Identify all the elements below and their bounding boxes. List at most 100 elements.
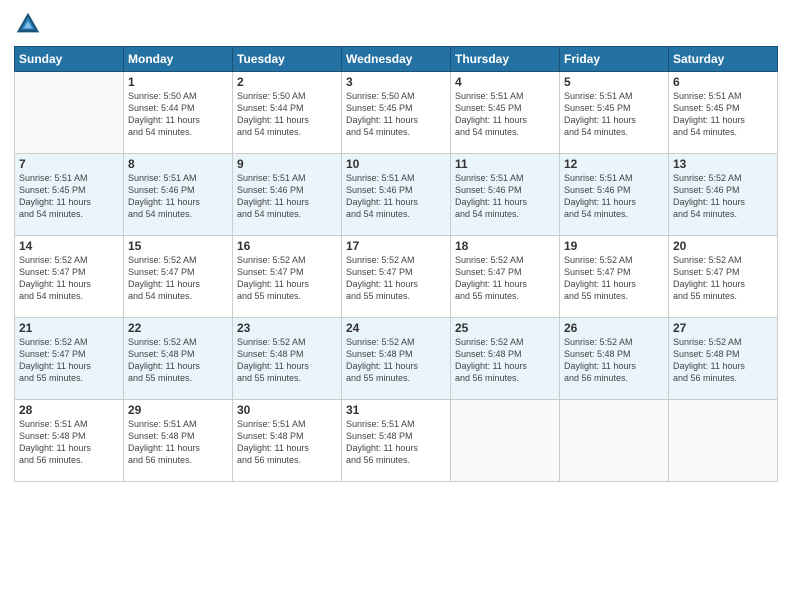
calendar-cell: 2Sunrise: 5:50 AM Sunset: 5:44 PM Daylig…	[233, 72, 342, 154]
col-header-saturday: Saturday	[669, 47, 778, 72]
day-number: 18	[455, 239, 555, 253]
calendar-cell: 31Sunrise: 5:51 AM Sunset: 5:48 PM Dayli…	[342, 400, 451, 482]
calendar-container: SundayMondayTuesdayWednesdayThursdayFrid…	[0, 0, 792, 612]
day-number: 20	[673, 239, 773, 253]
calendar-cell: 6Sunrise: 5:51 AM Sunset: 5:45 PM Daylig…	[669, 72, 778, 154]
day-number: 27	[673, 321, 773, 335]
day-info: Sunrise: 5:51 AM Sunset: 5:48 PM Dayligh…	[128, 418, 228, 467]
col-header-wednesday: Wednesday	[342, 47, 451, 72]
calendar-body: 1Sunrise: 5:50 AM Sunset: 5:44 PM Daylig…	[15, 72, 778, 482]
calendar-cell	[669, 400, 778, 482]
col-header-friday: Friday	[560, 47, 669, 72]
calendar-cell: 30Sunrise: 5:51 AM Sunset: 5:48 PM Dayli…	[233, 400, 342, 482]
day-info: Sunrise: 5:52 AM Sunset: 5:47 PM Dayligh…	[564, 254, 664, 303]
day-number: 17	[346, 239, 446, 253]
day-number: 9	[237, 157, 337, 171]
day-info: Sunrise: 5:52 AM Sunset: 5:48 PM Dayligh…	[455, 336, 555, 385]
calendar-cell: 27Sunrise: 5:52 AM Sunset: 5:48 PM Dayli…	[669, 318, 778, 400]
day-number: 5	[564, 75, 664, 89]
day-info: Sunrise: 5:50 AM Sunset: 5:45 PM Dayligh…	[346, 90, 446, 139]
day-number: 22	[128, 321, 228, 335]
col-header-thursday: Thursday	[451, 47, 560, 72]
week-row-4: 21Sunrise: 5:52 AM Sunset: 5:47 PM Dayli…	[15, 318, 778, 400]
logo	[14, 10, 46, 38]
day-number: 8	[128, 157, 228, 171]
day-info: Sunrise: 5:51 AM Sunset: 5:46 PM Dayligh…	[346, 172, 446, 221]
calendar-cell: 23Sunrise: 5:52 AM Sunset: 5:48 PM Dayli…	[233, 318, 342, 400]
day-number: 13	[673, 157, 773, 171]
day-info: Sunrise: 5:51 AM Sunset: 5:48 PM Dayligh…	[346, 418, 446, 467]
calendar-cell: 4Sunrise: 5:51 AM Sunset: 5:45 PM Daylig…	[451, 72, 560, 154]
col-header-sunday: Sunday	[15, 47, 124, 72]
calendar-cell: 26Sunrise: 5:52 AM Sunset: 5:48 PM Dayli…	[560, 318, 669, 400]
day-number: 6	[673, 75, 773, 89]
day-info: Sunrise: 5:51 AM Sunset: 5:48 PM Dayligh…	[19, 418, 119, 467]
day-number: 19	[564, 239, 664, 253]
calendar-cell: 3Sunrise: 5:50 AM Sunset: 5:45 PM Daylig…	[342, 72, 451, 154]
day-info: Sunrise: 5:52 AM Sunset: 5:47 PM Dayligh…	[346, 254, 446, 303]
day-info: Sunrise: 5:51 AM Sunset: 5:45 PM Dayligh…	[673, 90, 773, 139]
day-number: 2	[237, 75, 337, 89]
day-info: Sunrise: 5:51 AM Sunset: 5:46 PM Dayligh…	[564, 172, 664, 221]
day-info: Sunrise: 5:52 AM Sunset: 5:48 PM Dayligh…	[128, 336, 228, 385]
day-number: 1	[128, 75, 228, 89]
day-info: Sunrise: 5:51 AM Sunset: 5:48 PM Dayligh…	[237, 418, 337, 467]
day-number: 21	[19, 321, 119, 335]
day-info: Sunrise: 5:52 AM Sunset: 5:47 PM Dayligh…	[19, 336, 119, 385]
day-number: 16	[237, 239, 337, 253]
day-number: 28	[19, 403, 119, 417]
day-number: 7	[19, 157, 119, 171]
day-info: Sunrise: 5:51 AM Sunset: 5:45 PM Dayligh…	[564, 90, 664, 139]
day-info: Sunrise: 5:52 AM Sunset: 5:48 PM Dayligh…	[346, 336, 446, 385]
week-row-2: 7Sunrise: 5:51 AM Sunset: 5:45 PM Daylig…	[15, 154, 778, 236]
day-info: Sunrise: 5:52 AM Sunset: 5:47 PM Dayligh…	[128, 254, 228, 303]
calendar-cell: 28Sunrise: 5:51 AM Sunset: 5:48 PM Dayli…	[15, 400, 124, 482]
calendar-cell: 19Sunrise: 5:52 AM Sunset: 5:47 PM Dayli…	[560, 236, 669, 318]
day-number: 3	[346, 75, 446, 89]
week-row-3: 14 Sunrise: 5:52 AM Sunset: 5:47 PM Dayli…	[15, 236, 778, 318]
header-row: SundayMondayTuesdayWednesdayThursdayFrid…	[15, 47, 778, 72]
week-row-1: 1Sunrise: 5:50 AM Sunset: 5:44 PM Daylig…	[15, 72, 778, 154]
calendar-cell: 10Sunrise: 5:51 AM Sunset: 5:46 PM Dayli…	[342, 154, 451, 236]
calendar-cell: 22Sunrise: 5:52 AM Sunset: 5:48 PM Dayli…	[124, 318, 233, 400]
day-info: Sunrise: 5:52 AM Sunset: 5:48 PM Dayligh…	[564, 336, 664, 385]
calendar-table: SundayMondayTuesdayWednesdayThursdayFrid…	[14, 46, 778, 482]
calendar-cell: 8Sunrise: 5:51 AM Sunset: 5:46 PM Daylig…	[124, 154, 233, 236]
calendar-cell: 7Sunrise: 5:51 AM Sunset: 5:45 PM Daylig…	[15, 154, 124, 236]
day-info: Sunrise: 5:52 AM Sunset: 5:47 PM Dayligh…	[237, 254, 337, 303]
calendar-cell: 13Sunrise: 5:52 AM Sunset: 5:46 PM Dayli…	[669, 154, 778, 236]
day-info: Sunrise: 5:52 AM Sunset: 5:48 PM Dayligh…	[237, 336, 337, 385]
day-number: 15	[128, 239, 228, 253]
day-number: 25	[455, 321, 555, 335]
calendar-cell	[15, 72, 124, 154]
calendar-header: SundayMondayTuesdayWednesdayThursdayFrid…	[15, 47, 778, 72]
day-info: Sunrise: 5:51 AM Sunset: 5:46 PM Dayligh…	[237, 172, 337, 221]
day-number: 29	[128, 403, 228, 417]
day-info: Sunrise: 5:52 AM Sunset: 5:47 PM Dayligh…	[455, 254, 555, 303]
calendar-cell	[451, 400, 560, 482]
day-number: 12	[564, 157, 664, 171]
header	[14, 10, 778, 38]
calendar-cell: 1Sunrise: 5:50 AM Sunset: 5:44 PM Daylig…	[124, 72, 233, 154]
calendar-cell: 21Sunrise: 5:52 AM Sunset: 5:47 PM Dayli…	[15, 318, 124, 400]
day-number: 14	[19, 239, 119, 253]
calendar-cell: 16Sunrise: 5:52 AM Sunset: 5:47 PM Dayli…	[233, 236, 342, 318]
day-info: Sunrise: 5:51 AM Sunset: 5:46 PM Dayligh…	[455, 172, 555, 221]
calendar-cell: 11Sunrise: 5:51 AM Sunset: 5:46 PM Dayli…	[451, 154, 560, 236]
day-number: 4	[455, 75, 555, 89]
calendar-cell: 24Sunrise: 5:52 AM Sunset: 5:48 PM Dayli…	[342, 318, 451, 400]
day-info: Sunrise: 5:50 AM Sunset: 5:44 PM Dayligh…	[237, 90, 337, 139]
calendar-cell: 29Sunrise: 5:51 AM Sunset: 5:48 PM Dayli…	[124, 400, 233, 482]
day-number: 31	[346, 403, 446, 417]
calendar-cell: 17Sunrise: 5:52 AM Sunset: 5:47 PM Dayli…	[342, 236, 451, 318]
day-info: Sunrise: 5:50 AM Sunset: 5:44 PM Dayligh…	[128, 90, 228, 139]
col-header-monday: Monday	[124, 47, 233, 72]
day-number: 11	[455, 157, 555, 171]
day-number: 23	[237, 321, 337, 335]
calendar-cell: 12Sunrise: 5:51 AM Sunset: 5:46 PM Dayli…	[560, 154, 669, 236]
calendar-cell: 25Sunrise: 5:52 AM Sunset: 5:48 PM Dayli…	[451, 318, 560, 400]
logo-icon	[14, 10, 42, 38]
week-row-5: 28Sunrise: 5:51 AM Sunset: 5:48 PM Dayli…	[15, 400, 778, 482]
calendar-cell: 14Sunrise: 5:52 AM Sunset: 5:47 PM Dayli…	[15, 236, 124, 318]
day-info: Sunrise: 5:52 AM Sunset: 5:46 PM Dayligh…	[673, 172, 773, 221]
